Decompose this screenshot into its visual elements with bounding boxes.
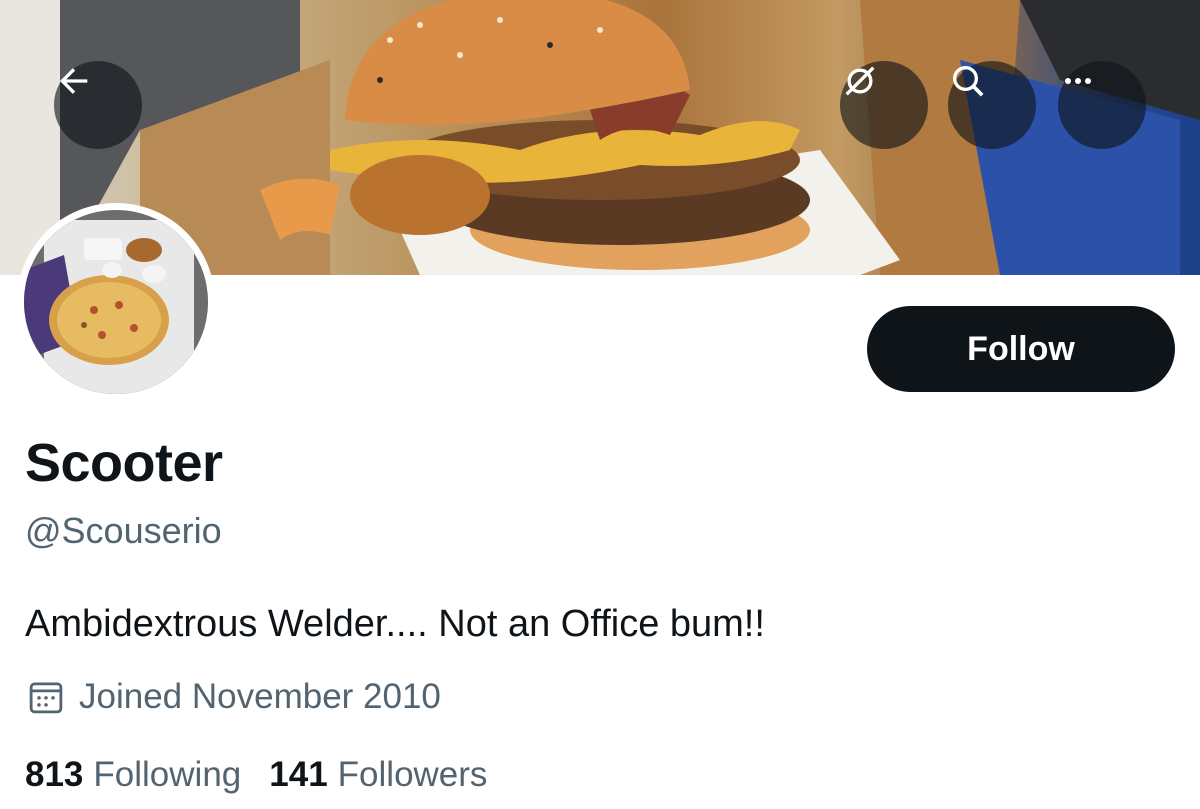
display-name: Scooter <box>25 433 223 493</box>
crossed-circle-icon <box>845 66 875 96</box>
more-options-button[interactable] <box>1058 61 1146 149</box>
translate-toggle-button[interactable] <box>840 61 928 149</box>
follow-stats: 813 Following 141 Followers <box>25 755 487 795</box>
profile-avatar[interactable] <box>17 203 215 401</box>
back-button[interactable] <box>54 61 142 149</box>
search-icon <box>953 66 984 97</box>
followers-link[interactable]: 141 Followers <box>269 755 487 795</box>
calendar-icon <box>29 682 63 714</box>
more-horizontal-icon <box>1065 78 1091 84</box>
search-button[interactable] <box>948 61 1036 149</box>
following-count: 813 <box>25 755 84 794</box>
back-arrow-icon <box>60 68 88 94</box>
following-link[interactable]: 813 Following <box>25 755 241 795</box>
following-label: Following <box>93 755 242 794</box>
followers-label: Followers <box>337 755 488 794</box>
join-date-text: Joined November 2010 <box>79 677 441 716</box>
profile-bio: Ambidextrous Welder.... Not an Office bu… <box>25 603 765 645</box>
followers-count: 141 <box>269 755 328 794</box>
avatar-image <box>24 210 208 394</box>
user-handle: @Scouserio <box>25 510 222 551</box>
follow-button[interactable]: Follow <box>867 306 1175 392</box>
join-date: Joined November 2010 <box>25 676 441 718</box>
